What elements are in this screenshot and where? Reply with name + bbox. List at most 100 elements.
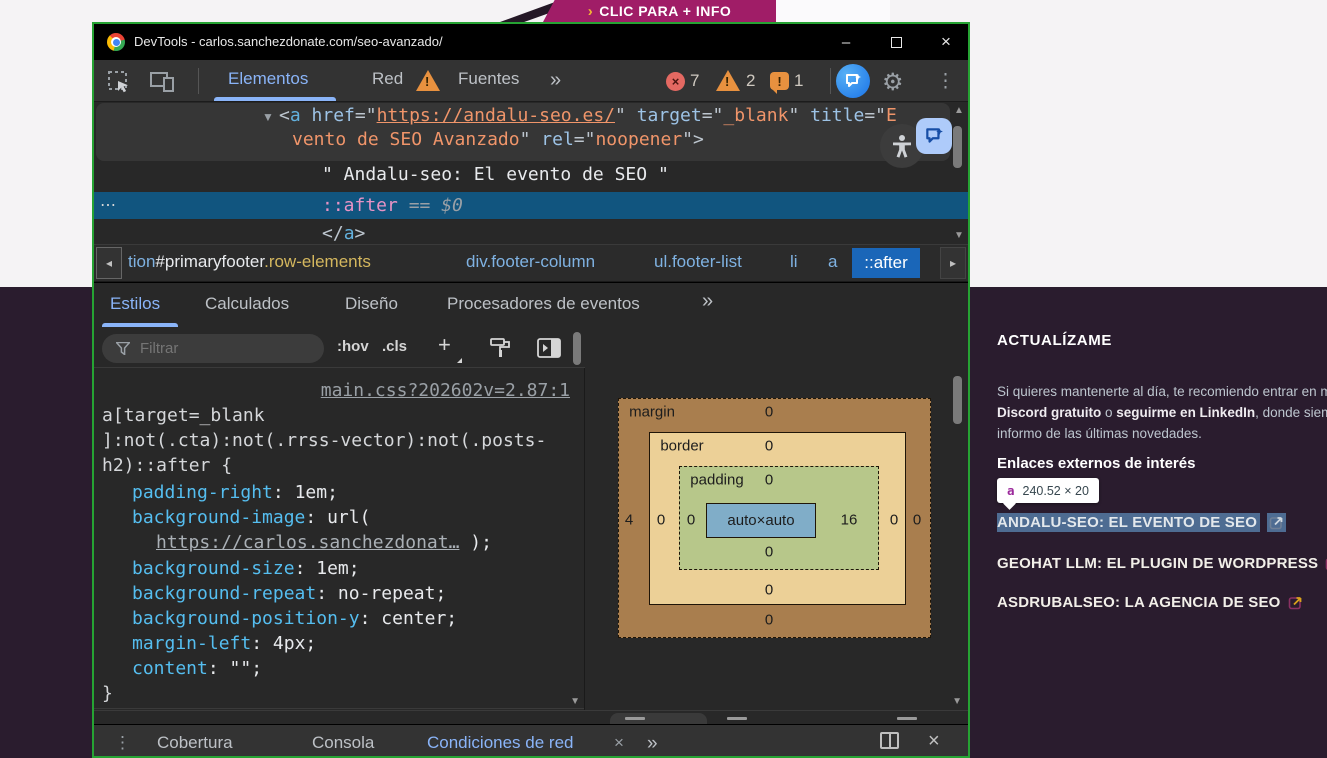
toggle-class-button[interactable]: .cls — [382, 338, 407, 355]
breadcrumb-scroll-left-button[interactable]: ◂ — [96, 247, 122, 279]
scrollbar-down-icon[interactable]: ▼ — [570, 696, 580, 707]
ai-badge-icon[interactable] — [916, 118, 952, 154]
drawer-tab-coverage[interactable]: Cobertura — [157, 733, 233, 753]
closing-tag-row[interactable]: </a> — [322, 223, 365, 244]
box-model-content-box[interactable]: auto×auto — [706, 503, 816, 538]
issues-icon[interactable]: ! — [770, 72, 789, 90]
css-declaration[interactable]: content: ""; — [132, 658, 262, 679]
devtools-window-title: DevTools - carlos.sanchezdonate.com/seo-… — [134, 34, 443, 49]
external-link-geohat[interactable]: GEOHAT LLM: EL PLUGIN DE WORDPRESS — [997, 555, 1327, 572]
promo-ribbon-button[interactable]: › CLIC PARA + INFO — [543, 0, 776, 22]
devtools-menu-icon[interactable]: ⋮ — [936, 70, 955, 93]
external-link-icon — [1267, 513, 1286, 532]
styles-filter-input[interactable] — [140, 340, 290, 357]
css-declaration[interactable]: background-image: url( — [132, 507, 370, 528]
inspect-element-icon[interactable] — [107, 70, 131, 94]
after-pseudo-row[interactable]: ::after == $0 — [322, 195, 463, 216]
tab-styles[interactable]: Estilos — [110, 294, 160, 314]
css-selector-line[interactable]: h2)::after { — [102, 455, 232, 476]
drawer-tab-console[interactable]: Consola — [312, 733, 374, 753]
close-tab-icon[interactable]: × — [614, 733, 624, 753]
paragraph-line: Discord gratuito o seguirme en LinkedIn,… — [997, 405, 1327, 420]
scrollbar-up-icon[interactable]: ▲ — [954, 105, 964, 116]
styles-filter-input-wrap[interactable] — [102, 334, 324, 363]
tab-layout[interactable]: Diseño — [345, 294, 398, 314]
text-node-row[interactable]: " Andalu-seo: El evento de SEO " — [322, 164, 669, 185]
new-style-rule-button[interactable]: + — [438, 332, 451, 358]
css-declaration-url[interactable]: https://carlos.sanchezdonat… ); — [156, 532, 492, 553]
tab-elements-underline — [214, 97, 336, 101]
chrome-logo-icon — [107, 33, 125, 51]
breadcrumb-crumb-a[interactable]: a — [828, 252, 837, 272]
css-selector-line[interactable]: a[target=_blank — [102, 405, 265, 426]
maximize-button[interactable] — [876, 24, 916, 60]
breadcrumb-scroll-right-button[interactable]: ▸ — [940, 247, 966, 279]
css-declaration[interactable]: background-repeat: no-repeat; — [132, 583, 446, 604]
tab-network[interactable]: Red — [372, 69, 403, 89]
margin-left-value: 4 — [625, 512, 633, 529]
rendering-emulation-icon[interactable] — [490, 338, 512, 358]
box-model-scrollbar-thumb[interactable] — [953, 376, 962, 424]
filter-funnel-icon — [116, 342, 130, 355]
clipped-control — [727, 717, 747, 720]
external-link-asdrubalseo[interactable]: ASDRUBALSEO: LA AGENCIA DE SEO — [997, 594, 1303, 611]
stylesheet-source-link[interactable]: main.css?202602v=2.87:1 — [321, 380, 570, 401]
rule-divider — [94, 708, 585, 709]
drawer-more-tabs-button[interactable]: » — [647, 733, 658, 755]
more-sidebar-tabs-button[interactable]: » — [702, 290, 713, 313]
page-white-band — [775, 0, 890, 22]
expander-arrow-icon[interactable]: ▼ — [262, 110, 274, 124]
scrollbar-down-icon[interactable]: ▼ — [954, 230, 964, 241]
more-tabs-button[interactable]: » — [550, 69, 561, 92]
elements-scrollbar-thumb[interactable] — [953, 126, 962, 168]
styles-scrollbar-thumb[interactable] — [573, 332, 581, 365]
css-declaration[interactable]: background-size: 1em; — [132, 558, 360, 579]
drawer-tab-network-conditions[interactable]: Condiciones de red — [427, 733, 573, 753]
external-link-label: GEOHAT LLM: EL PLUGIN DE WORDPRESS — [997, 555, 1318, 572]
tab-event-listeners[interactable]: Procesadores de eventos — [447, 294, 640, 314]
minimize-button[interactable]: – — [826, 24, 866, 60]
css-declaration[interactable]: margin-left: 4px; — [132, 633, 316, 654]
dock-side-icon[interactable] — [880, 732, 899, 749]
css-declaration[interactable]: padding-right: 1em; — [132, 482, 338, 503]
devtools-titlebar[interactable]: DevTools - carlos.sanchezdonate.com/seo-… — [94, 24, 968, 60]
device-toolbar-icon[interactable] — [149, 70, 177, 94]
tab-computed[interactable]: Calculados — [205, 294, 289, 314]
element-row[interactable]: <a href="https://andalu-seo.es/" target=… — [279, 105, 897, 126]
tab-sources[interactable]: Fuentes — [458, 69, 519, 89]
error-count-icon[interactable]: × — [666, 72, 685, 91]
external-link-andalu-seo[interactable]: ANDALU-SEO: EL EVENTO DE SEO — [997, 513, 1286, 532]
promo-ribbon-label: CLIC PARA + INFO — [599, 3, 731, 19]
css-selector-line[interactable]: ]:not(.cta):not(.rrss-vector):not(.posts… — [102, 430, 546, 451]
css-declaration[interactable]: background-position-y: center; — [132, 608, 457, 629]
toolbar-separator — [830, 68, 831, 94]
drawer-menu-icon[interactable]: ⋮ — [114, 733, 131, 753]
issues-count: 1 — [794, 71, 803, 91]
clipped-control — [897, 717, 917, 720]
close-window-button[interactable]: × — [926, 24, 966, 60]
tab-elements[interactable]: Elementos — [228, 69, 308, 89]
element-row[interactable]: vento de SEO Avanzado" rel="noopener"> — [292, 129, 704, 150]
scrollbar-down-icon[interactable]: ▼ — [952, 696, 962, 707]
row-overflow-dots-icon[interactable]: ⋯ — [100, 195, 118, 215]
external-link-label: ASDRUBALSEO: LA AGENCIA DE SEO — [997, 594, 1281, 611]
breadcrumb-crumb-section[interactable]: tion#primaryfooter.row-elements — [128, 252, 371, 272]
tooltip-tag-name: a — [1007, 483, 1015, 498]
toggle-hover-state-button[interactable]: :hov — [337, 338, 369, 355]
ai-assistant-button[interactable] — [836, 64, 870, 98]
chevron-icon: › — [588, 3, 594, 20]
breadcrumb-crumb-after-selected[interactable]: ::after — [852, 248, 920, 278]
margin-bottom-value: 0 — [765, 612, 773, 629]
warning-count-icon[interactable] — [716, 70, 740, 91]
close-drawer-icon[interactable]: × — [928, 730, 940, 753]
breadcrumb-crumb-li[interactable]: li — [790, 252, 798, 272]
breadcrumb-crumb-div[interactable]: div.footer-column — [466, 252, 595, 272]
selected-row-highlight[interactable] — [94, 192, 968, 219]
warning-count: 2 — [746, 71, 755, 91]
border-left-value: 0 — [657, 512, 665, 529]
clipped-control — [625, 717, 645, 720]
settings-gear-icon[interactable]: ⚙ — [882, 68, 904, 97]
computed-sidebar-toggle-icon[interactable] — [537, 338, 561, 358]
css-closing-brace[interactable]: } — [102, 683, 113, 704]
breadcrumb-crumb-ul[interactable]: ul.footer-list — [654, 252, 742, 272]
